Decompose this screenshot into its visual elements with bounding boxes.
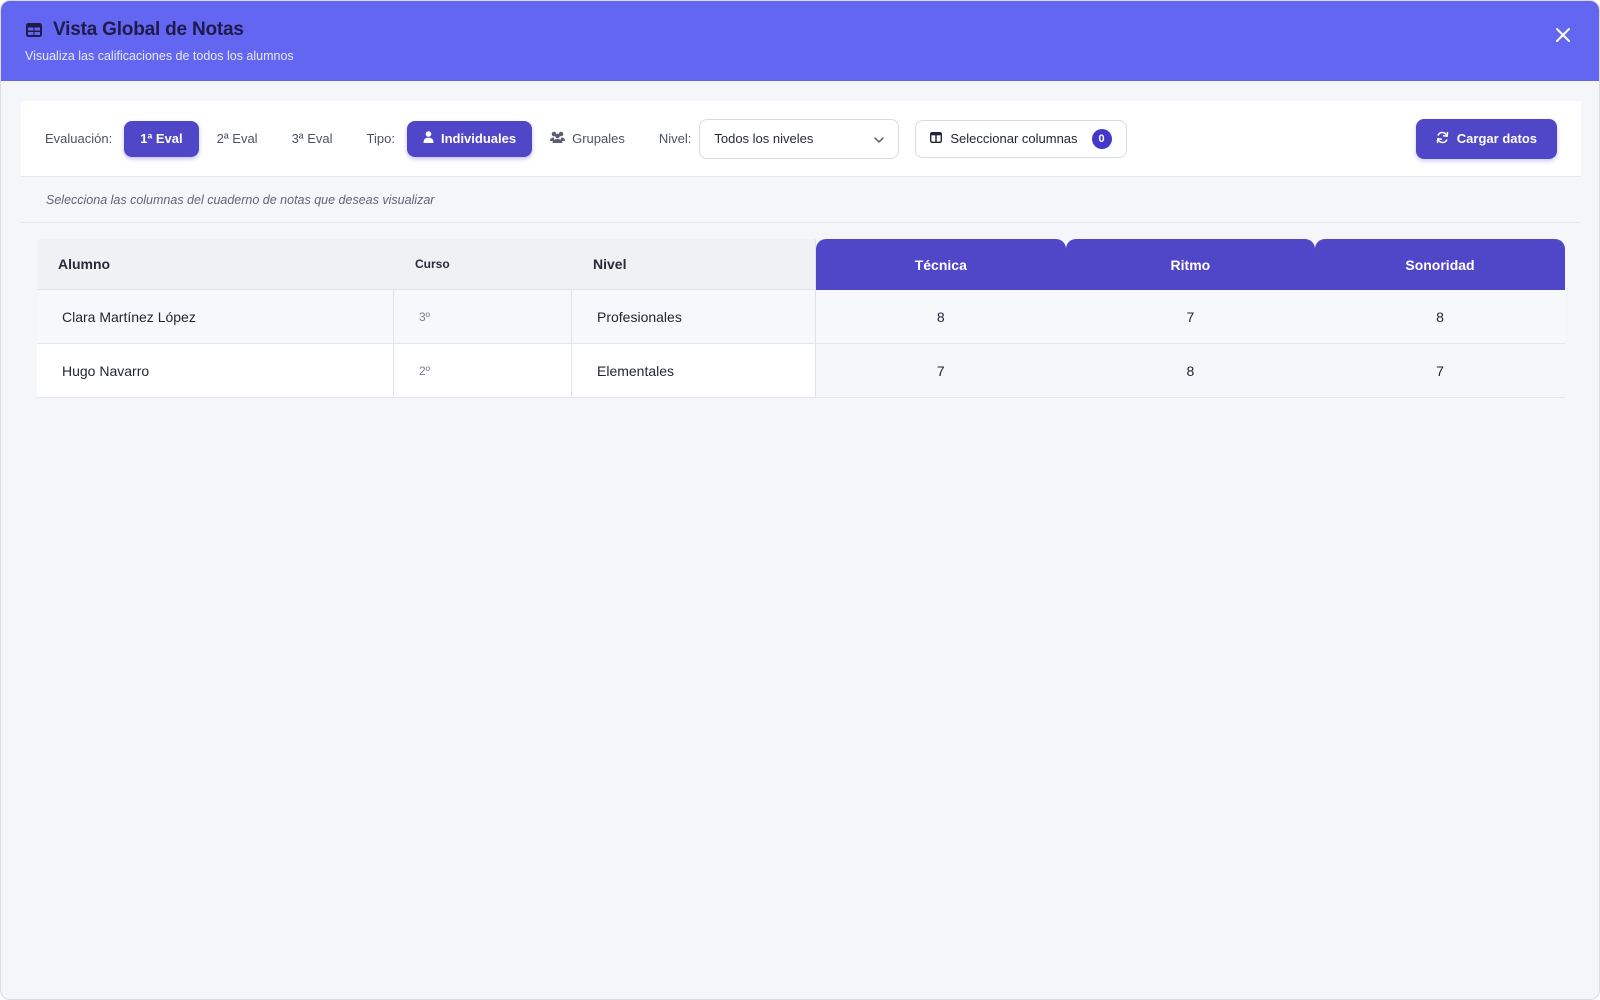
header-tecnica[interactable]: Técnica <box>816 239 1066 290</box>
columns-count-badge: 0 <box>1091 128 1112 149</box>
modal-title: Vista Global de Notas <box>53 19 244 40</box>
refresh-icon <box>1436 131 1449 147</box>
modal-header: Vista Global de Notas Visualiza las cali… <box>1 1 1599 81</box>
header-ritmo[interactable]: Ritmo <box>1065 239 1316 290</box>
load-data-button[interactable]: Cargar datos <box>1415 118 1557 159</box>
cell-grade-sonoridad[interactable]: 8 <box>1315 290 1565 343</box>
user-icon <box>423 131 434 146</box>
evaluacion-label: Evaluación: <box>45 131 113 146</box>
cell-nivel: Elementales <box>572 344 816 397</box>
tipo-individuales-button[interactable]: Individuales <box>406 120 533 157</box>
cell-alumno: Clara Martínez López <box>37 290 394 343</box>
eval-option-2[interactable]: 2ª Eval <box>201 121 274 157</box>
tipo-grupales-label: Grupales <box>572 131 625 146</box>
nivel-label: Nivel: <box>658 131 692 146</box>
nivel-select-value: Todos los niveles <box>714 131 814 146</box>
close-icon <box>1555 27 1571 48</box>
columns-icon <box>930 131 943 146</box>
title-row: Vista Global de Notas <box>25 19 1575 41</box>
select-columns-label: Seleccionar columnas <box>950 131 1078 146</box>
columns-hint: Selecciona las columnas del cuaderno de … <box>21 178 1581 223</box>
header-sonoridad[interactable]: Sonoridad <box>1315 239 1565 290</box>
notes-modal: Vista Global de Notas Visualiza las cali… <box>0 0 1600 1000</box>
header-nivel[interactable]: Nivel <box>572 239 816 290</box>
close-button[interactable] <box>1551 25 1575 49</box>
table-icon <box>25 22 43 38</box>
eval-option-1[interactable]: 1ª Eval <box>124 120 199 157</box>
select-columns-button[interactable]: Seleccionar columnas 0 <box>915 119 1127 158</box>
filter-toolbar: Evaluación: 1ª Eval 2ª Eval 3ª Eval Tipo… <box>21 101 1581 177</box>
eval-option-3[interactable]: 3ª Eval <box>276 121 349 157</box>
cell-curso: 3º <box>394 290 572 343</box>
cell-nivel: Profesionales <box>572 290 816 343</box>
tipo-grupales-button[interactable]: Grupales <box>534 121 641 157</box>
header-curso[interactable]: Curso <box>394 239 572 290</box>
table-row[interactable]: Clara Martínez López 3º Profesionales 8 … <box>37 290 1565 344</box>
header-alumno[interactable]: Alumno <box>37 239 394 290</box>
grades-table: Alumno Curso Nivel Técnica Ritmo Sonorid… <box>37 239 1565 398</box>
cell-grade-tecnica[interactable]: 8 <box>816 290 1066 343</box>
cell-alumno: Hugo Navarro <box>37 344 394 397</box>
cell-curso: 2º <box>394 344 572 397</box>
chevron-down-icon <box>874 131 885 146</box>
cell-grade-ritmo[interactable]: 7 <box>1065 290 1316 343</box>
nivel-select[interactable]: Todos los niveles <box>699 118 900 159</box>
users-icon <box>550 131 566 146</box>
table-header: Alumno Curso Nivel Técnica Ritmo Sonorid… <box>37 239 1565 290</box>
modal-subtitle: Visualiza las calificaciones de todos lo… <box>25 49 294 63</box>
cell-grade-tecnica[interactable]: 7 <box>816 344 1066 397</box>
tipo-individuales-label: Individuales <box>440 131 517 146</box>
table-row[interactable]: Hugo Navarro 2º Elementales 7 8 7 <box>37 344 1565 398</box>
cell-grade-sonoridad[interactable]: 7 <box>1315 344 1565 397</box>
tipo-label: Tipo: <box>366 131 395 146</box>
load-data-label: Cargar datos <box>1456 131 1537 146</box>
cell-grade-ritmo[interactable]: 8 <box>1065 344 1316 397</box>
